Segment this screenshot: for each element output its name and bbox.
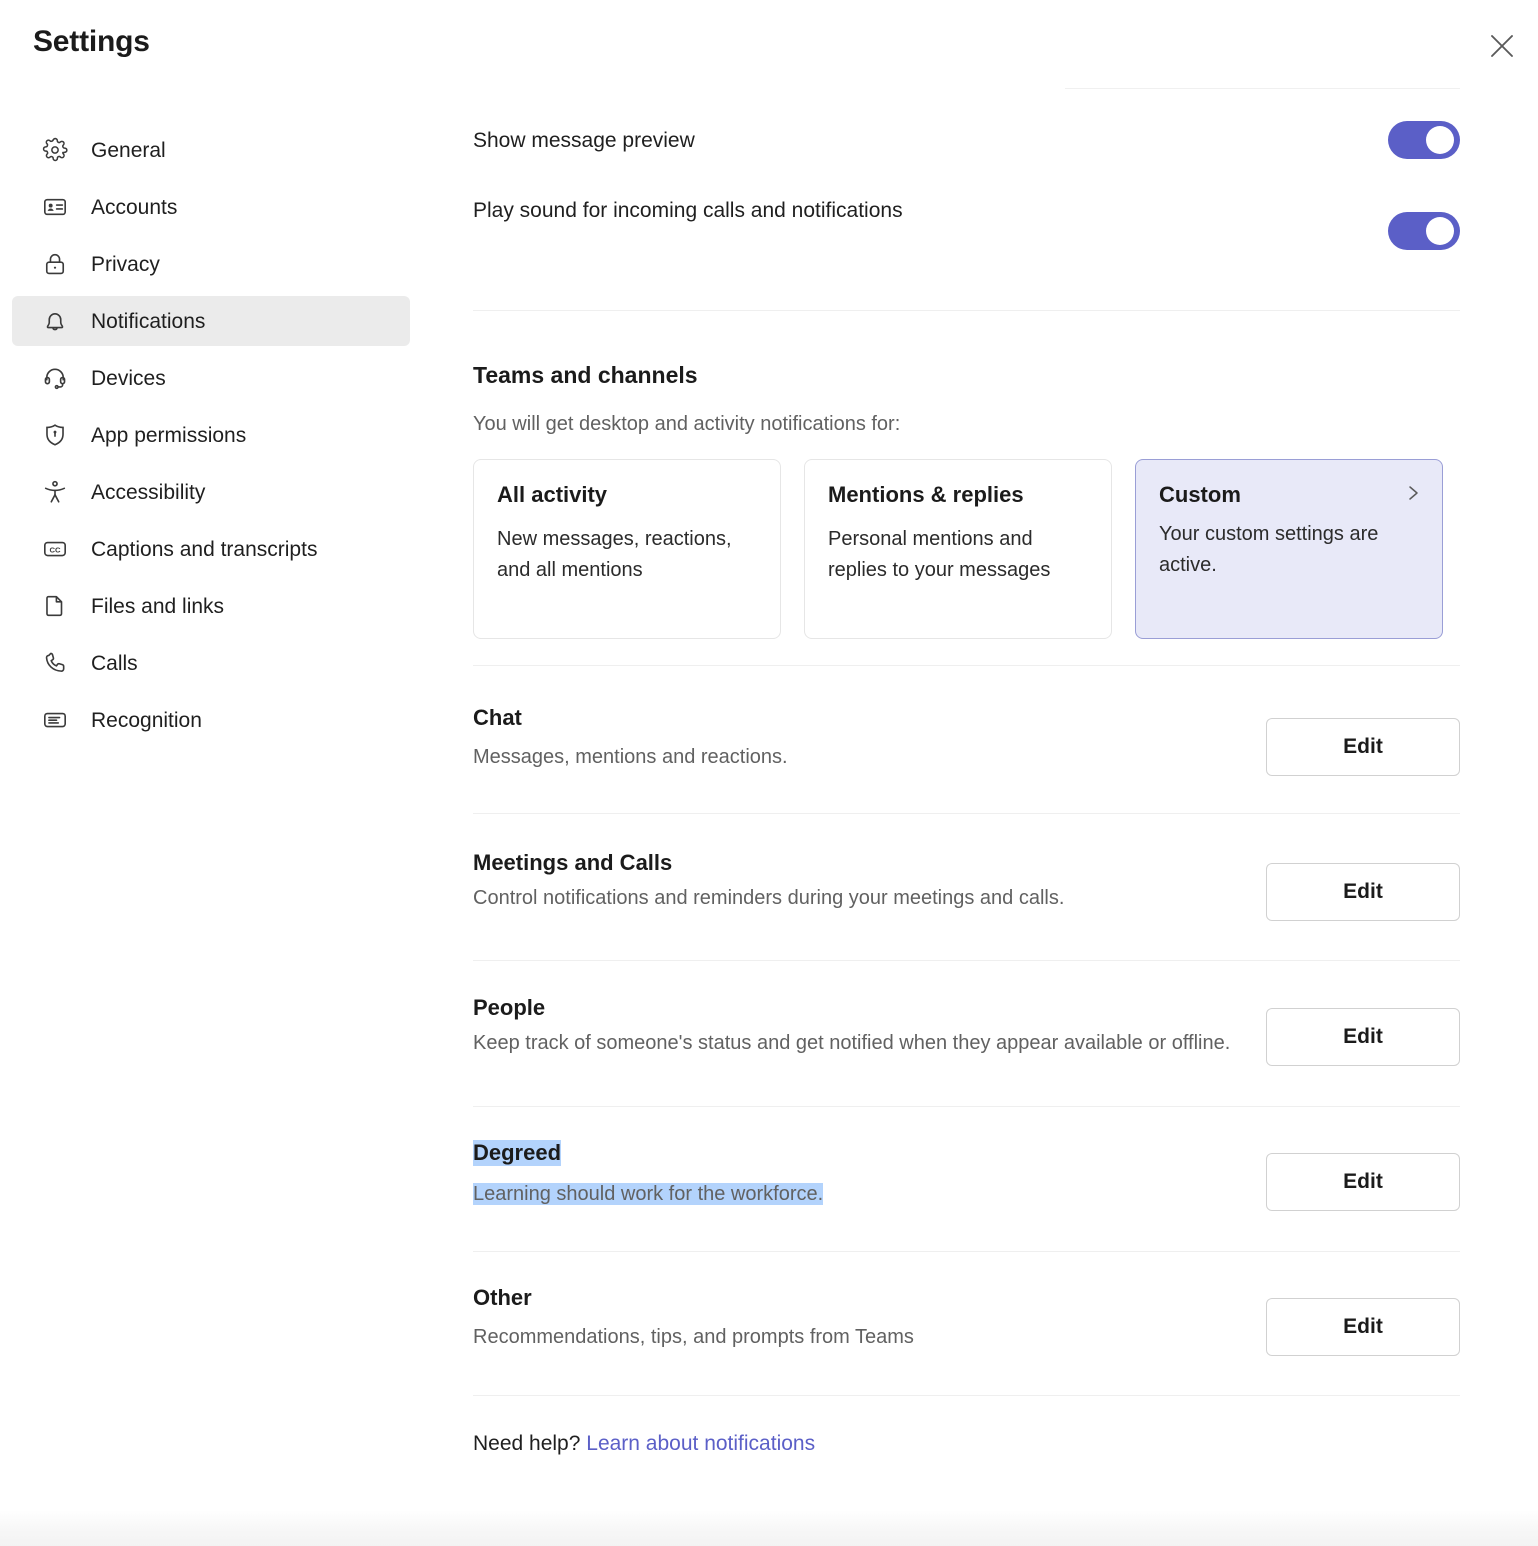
page-title: Settings [33,25,150,58]
settings-sidebar: General Accounts Privacy Notifications D… [0,118,440,752]
play-sound-row: Play sound for incoming calls and notifi… [473,191,1460,250]
chevron-right-icon [1404,484,1422,502]
setting-description: Recommendations, tips, and prompts from … [473,1326,914,1348]
card-custom[interactable]: Custom Your custom settings are active. [1135,459,1443,639]
setting-title: Chat [473,705,522,730]
headset-icon [40,363,70,393]
close-icon[interactable] [1480,24,1524,68]
sidebar-item-label: Accounts [91,195,178,219]
sidebar-item-devices[interactable]: Devices [12,353,410,403]
toggle-label: Show message preview [473,129,695,152]
setting-row-chat: Chat Messages, mentions and reactions. E… [473,705,1460,776]
card-description: Your custom settings are active. [1159,523,1379,577]
sidebar-item-label: Privacy [91,252,160,276]
svg-text:CC: CC [49,545,61,554]
setting-description: Keep track of someone's status and get n… [473,1032,1231,1054]
section-divider [473,1395,1460,1396]
card-mentions-and-replies[interactable]: Mentions & replies Personal mentions and… [804,459,1112,639]
setting-title: People [473,995,546,1020]
edit-degreed-button[interactable]: Edit [1266,1153,1460,1211]
show-message-preview-toggle[interactable] [1388,121,1460,159]
sidebar-item-accounts[interactable]: Accounts [12,182,410,232]
teams-and-channels-heading: Teams and channels [473,362,698,388]
setting-title: Other [473,1285,532,1310]
bell-icon [40,306,70,336]
show-message-preview-row: Show message preview [473,121,1460,161]
section-divider [473,665,1460,666]
accessibility-icon [40,477,70,507]
sidebar-item-label: Files and links [91,594,225,618]
setting-row-degreed: Degreed Learning should work for the wor… [473,1140,1460,1211]
play-sound-toggle[interactable] [1388,212,1460,250]
lock-icon [40,249,70,279]
setting-row-other: Other Recommendations, tips, and prompts… [473,1285,1460,1356]
card-all-activity[interactable]: All activity New messages, reactions, an… [473,459,781,639]
sidebar-item-recognition[interactable]: Recognition [12,695,410,745]
setting-title: Degreed [473,1140,562,1166]
sidebar-item-label: General [91,138,166,162]
file-icon [40,591,70,621]
sidebar-item-label: Notifications [91,309,206,333]
sidebar-item-captions-and-transcripts[interactable]: CC Captions and transcripts [12,524,410,574]
window-footer-bar [0,1510,1538,1546]
learn-about-notifications-link[interactable]: Learn about notifications [586,1432,815,1455]
setting-row-people: People Keep track of someone's status an… [473,995,1460,1066]
sidebar-item-label: Calls [91,651,138,675]
sidebar-item-calls[interactable]: Calls [12,638,410,688]
sidebar-item-privacy[interactable]: Privacy [12,239,410,289]
id-card-icon [40,192,70,222]
section-divider [473,1251,1460,1252]
section-divider [473,960,1460,961]
settings-dialog: Settings General Accounts Privacy Notifi… [0,0,1538,1546]
sidebar-item-general[interactable]: General [12,125,410,175]
sidebar-item-accessibility[interactable]: Accessibility [12,467,410,517]
card-description: New messages, reactions, and all mention… [497,528,732,582]
setting-description: Control notifications and reminders duri… [473,887,1065,909]
phone-icon [40,648,70,678]
sidebar-item-files-and-links[interactable]: Files and links [12,581,410,631]
sidebar-item-app-permissions[interactable]: App permissions [12,410,410,460]
sidebar-item-notifications[interactable]: Notifications [12,296,410,346]
toggle-label: Play sound for incoming calls and notifi… [473,199,903,222]
top-divider [1065,88,1460,89]
card-title: All activity [497,482,608,507]
edit-other-button[interactable]: Edit [1266,1298,1460,1356]
gear-icon [40,135,70,165]
help-text: Need help? Learn about notifications [473,1432,815,1456]
shield-icon [40,420,70,450]
sidebar-item-label: Captions and transcripts [91,537,318,561]
section-divider [473,813,1460,814]
setting-row-meetings-and-calls: Meetings and Calls Control notifications… [473,850,1460,921]
edit-chat-button[interactable]: Edit [1266,718,1460,776]
activity-choice-cards: All activity New messages, reactions, an… [473,459,1443,639]
edit-people-button[interactable]: Edit [1266,1008,1460,1066]
toggle-knob [1426,126,1454,154]
sidebar-item-label: Devices [91,366,166,390]
section-divider [473,310,1460,311]
card-title: Custom [1159,482,1241,507]
help-prefix: Need help? [473,1432,581,1455]
card-description: Personal mentions and replies to your me… [828,528,1051,582]
sidebar-item-label: Recognition [91,708,202,732]
setting-description: Learning should work for the workforce. [473,1183,824,1205]
sidebar-item-label: Accessibility [91,480,206,504]
edit-meetings-and-calls-button[interactable]: Edit [1266,863,1460,921]
sidebar-item-label: App permissions [91,423,247,447]
toggle-knob [1426,217,1454,245]
card-title: Mentions & replies [828,482,1024,507]
teams-and-channels-subtext: You will get desktop and activity notifi… [473,413,901,435]
setting-description: Messages, mentions and reactions. [473,746,788,768]
section-divider [473,1106,1460,1107]
badge-icon [40,705,70,735]
setting-title: Meetings and Calls [473,850,673,875]
closed-caption-icon: CC [40,534,70,564]
